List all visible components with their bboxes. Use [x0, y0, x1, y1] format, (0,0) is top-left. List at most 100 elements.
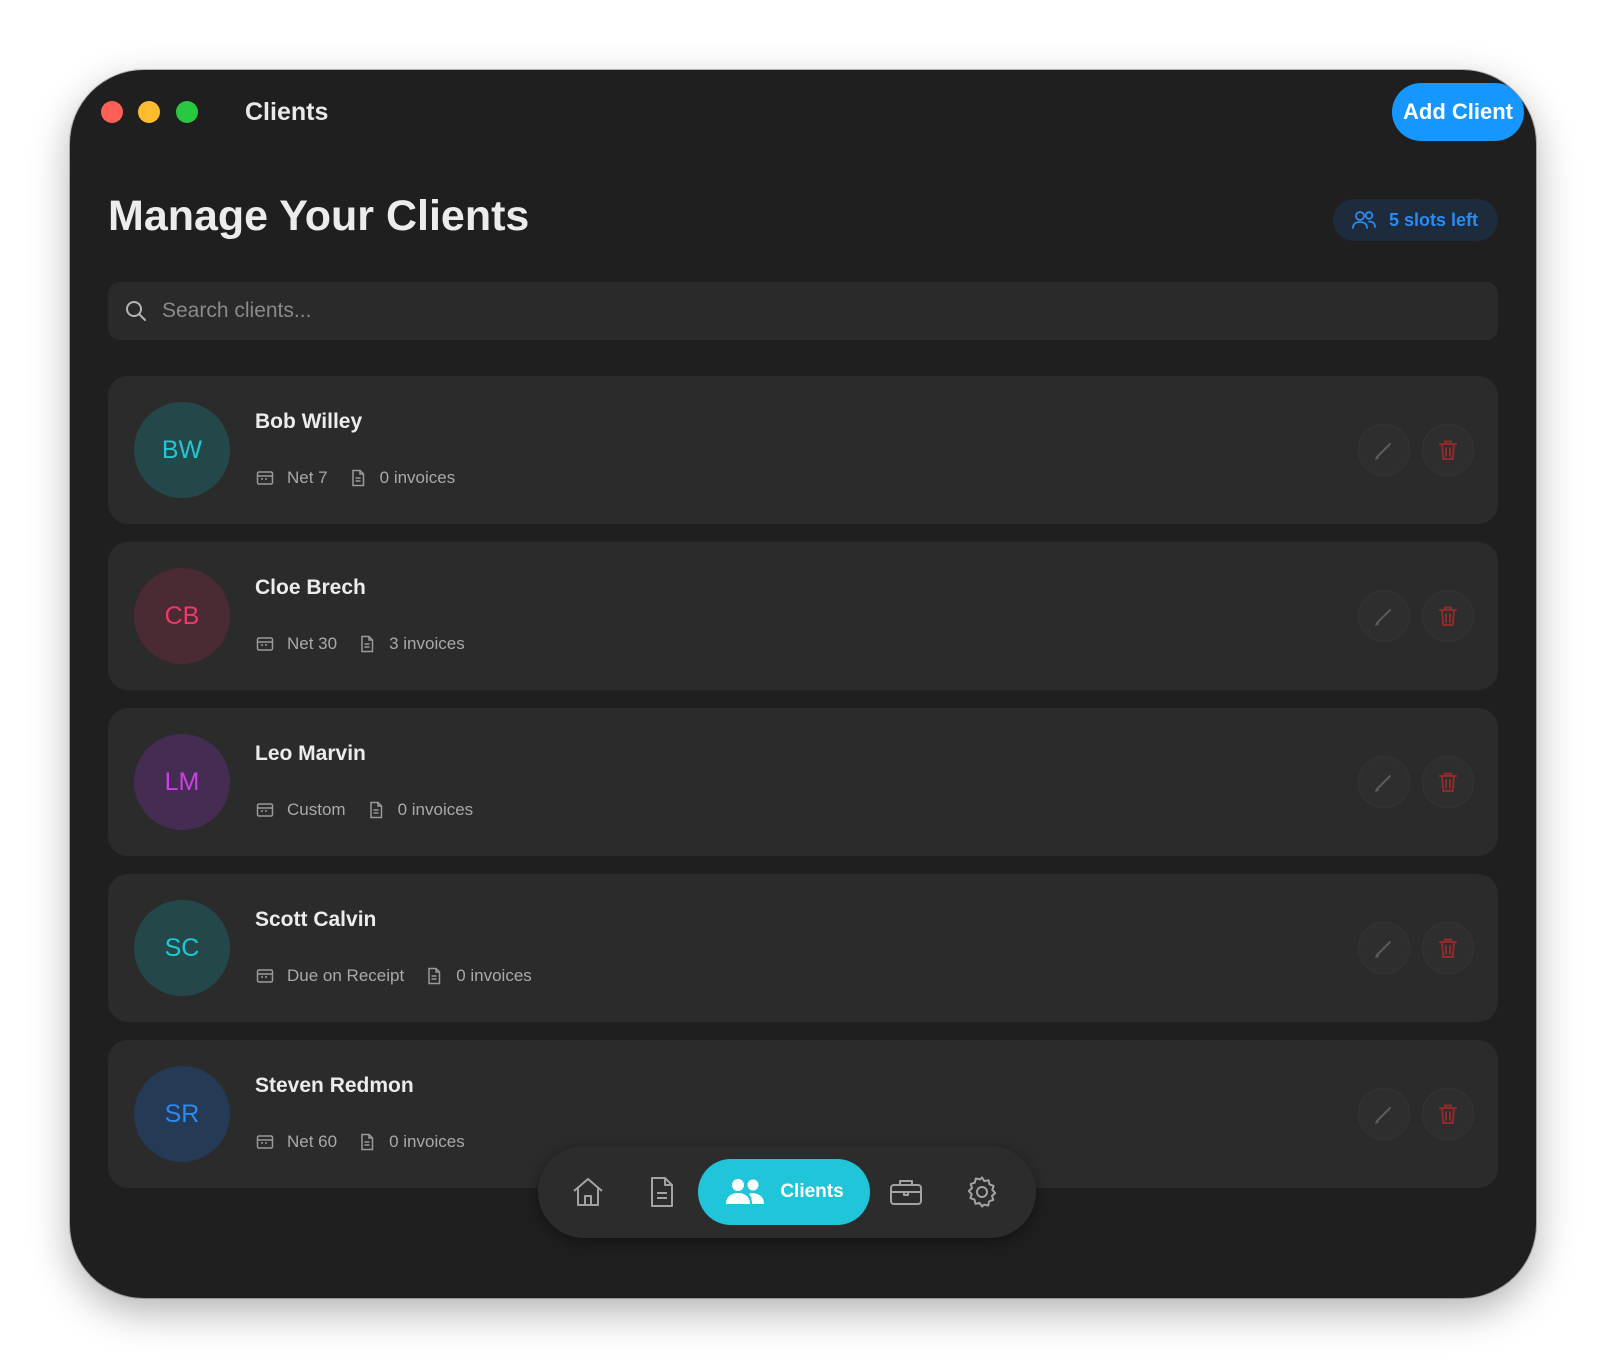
pencil-icon: [1373, 771, 1395, 793]
card-actions: [1358, 1088, 1474, 1140]
client-meta: Custom 0 invoices: [255, 800, 493, 820]
delete-client-button[interactable]: [1422, 424, 1474, 476]
delete-client-button[interactable]: [1422, 922, 1474, 974]
zoom-window-button[interactable]: [176, 101, 198, 123]
client-card[interactable]: CB Cloe Brech Net 30 3 invoices: [108, 542, 1498, 690]
invoice-count-text: 0 invoices: [456, 966, 532, 985]
client-list: BW Bob Willey Net 7 0 invoices CB Cloe B…: [108, 376, 1498, 1206]
calendar-icon: [255, 800, 275, 820]
avatar-initials: CB: [164, 601, 200, 630]
avatar-initials: SC: [164, 933, 200, 962]
document-icon: [366, 800, 386, 820]
client-avatar: CB: [134, 568, 230, 664]
calendar-icon: [255, 966, 275, 986]
card-actions: [1358, 922, 1474, 974]
pencil-icon: [1373, 439, 1395, 461]
calendar-icon: [255, 468, 275, 488]
payment-terms: Net 30: [255, 634, 337, 654]
search-bar[interactable]: [108, 282, 1498, 340]
payment-terms: Due on Receipt: [255, 966, 404, 986]
client-name: Cloe Brech: [255, 576, 366, 599]
client-name: Leo Marvin: [255, 742, 366, 765]
invoice-count-text: 0 invoices: [389, 1132, 465, 1151]
search-icon: [124, 299, 148, 323]
nav-settings[interactable]: [964, 1174, 1000, 1210]
invoice-count: 0 invoices: [366, 800, 474, 820]
nav-projects[interactable]: [888, 1174, 924, 1210]
document-icon: [648, 1175, 676, 1209]
invoice-count: 3 invoices: [357, 634, 465, 654]
briefcase-icon: [888, 1177, 924, 1207]
client-meta: Net 60 0 invoices: [255, 1132, 485, 1152]
payment-terms: Custom: [255, 800, 346, 820]
invoice-count-text: 3 invoices: [389, 634, 465, 653]
payment-terms-text: Net 7: [287, 468, 328, 487]
slots-badge-text: 5 slots left: [1388, 209, 1478, 230]
calendar-icon: [255, 1132, 275, 1152]
users-icon: [1351, 210, 1377, 230]
invoice-count: 0 invoices: [357, 1132, 465, 1152]
payment-terms: Net 7: [255, 468, 328, 488]
pencil-icon: [1373, 937, 1395, 959]
client-avatar: BW: [134, 402, 230, 498]
nav-home[interactable]: [570, 1174, 606, 1210]
bottom-nav: Clients: [538, 1146, 1036, 1238]
payment-terms-text: Net 30: [287, 634, 338, 653]
client-name: Bob Willey: [255, 410, 363, 433]
client-card[interactable]: LM Leo Marvin Custom 0 invoices: [108, 708, 1498, 856]
window-title: Clients: [245, 98, 329, 126]
document-icon: [424, 966, 444, 986]
page-title: Manage Your Clients: [108, 192, 530, 240]
invoice-count: 0 invoices: [424, 966, 532, 986]
edit-client-button[interactable]: [1358, 1088, 1410, 1140]
client-meta: Net 7 0 invoices: [255, 468, 475, 488]
users-icon: [724, 1177, 766, 1207]
trash-icon: [1437, 936, 1459, 960]
client-name: Steven Redmon: [255, 1074, 414, 1097]
document-icon: [357, 634, 377, 654]
client-avatar: LM: [134, 734, 230, 830]
delete-client-button[interactable]: [1422, 756, 1474, 808]
client-card[interactable]: SC Scott Calvin Due on Receipt 0 invoice…: [108, 874, 1498, 1022]
payment-terms: Net 60: [255, 1132, 337, 1152]
home-icon: [571, 1176, 605, 1208]
calendar-icon: [255, 634, 275, 654]
trash-icon: [1437, 438, 1459, 462]
payment-terms-text: Net 60: [287, 1132, 338, 1151]
app-window: Clients Add Client Manage Your Clients 5…: [70, 70, 1536, 1298]
nav-clients-label: Clients: [780, 1181, 844, 1202]
avatar-initials: BW: [161, 435, 203, 464]
document-icon: [348, 468, 368, 488]
card-actions: [1358, 424, 1474, 476]
gear-icon: [965, 1175, 999, 1209]
pencil-icon: [1373, 1103, 1395, 1125]
close-window-button[interactable]: [101, 101, 123, 123]
avatar-initials: SR: [164, 1099, 200, 1128]
client-avatar: SC: [134, 900, 230, 996]
invoice-count: 0 invoices: [348, 468, 456, 488]
card-actions: [1358, 590, 1474, 642]
document-icon: [357, 1132, 377, 1152]
client-meta: Net 30 3 invoices: [255, 634, 485, 654]
edit-client-button[interactable]: [1358, 922, 1410, 974]
edit-client-button[interactable]: [1358, 590, 1410, 642]
invoice-count-text: 0 invoices: [397, 800, 474, 819]
nav-clients[interactable]: Clients: [698, 1159, 870, 1225]
delete-client-button[interactable]: [1422, 590, 1474, 642]
edit-client-button[interactable]: [1358, 424, 1410, 476]
delete-client-button[interactable]: [1422, 1088, 1474, 1140]
trash-icon: [1437, 604, 1459, 628]
trash-icon: [1437, 770, 1459, 794]
edit-client-button[interactable]: [1358, 756, 1410, 808]
search-input[interactable]: [160, 298, 1364, 324]
nav-invoices[interactable]: [644, 1174, 680, 1210]
payment-terms-text: Due on Receipt: [287, 966, 405, 985]
minimize-window-button[interactable]: [138, 101, 160, 123]
client-card[interactable]: BW Bob Willey Net 7 0 invoices: [108, 376, 1498, 524]
pencil-icon: [1373, 605, 1395, 627]
client-avatar: SR: [134, 1066, 230, 1162]
payment-terms-text: Custom: [287, 800, 346, 819]
add-client-button[interactable]: Add Client: [1392, 83, 1524, 141]
invoice-count-text: 0 invoices: [379, 468, 456, 487]
client-name: Scott Calvin: [255, 908, 377, 931]
